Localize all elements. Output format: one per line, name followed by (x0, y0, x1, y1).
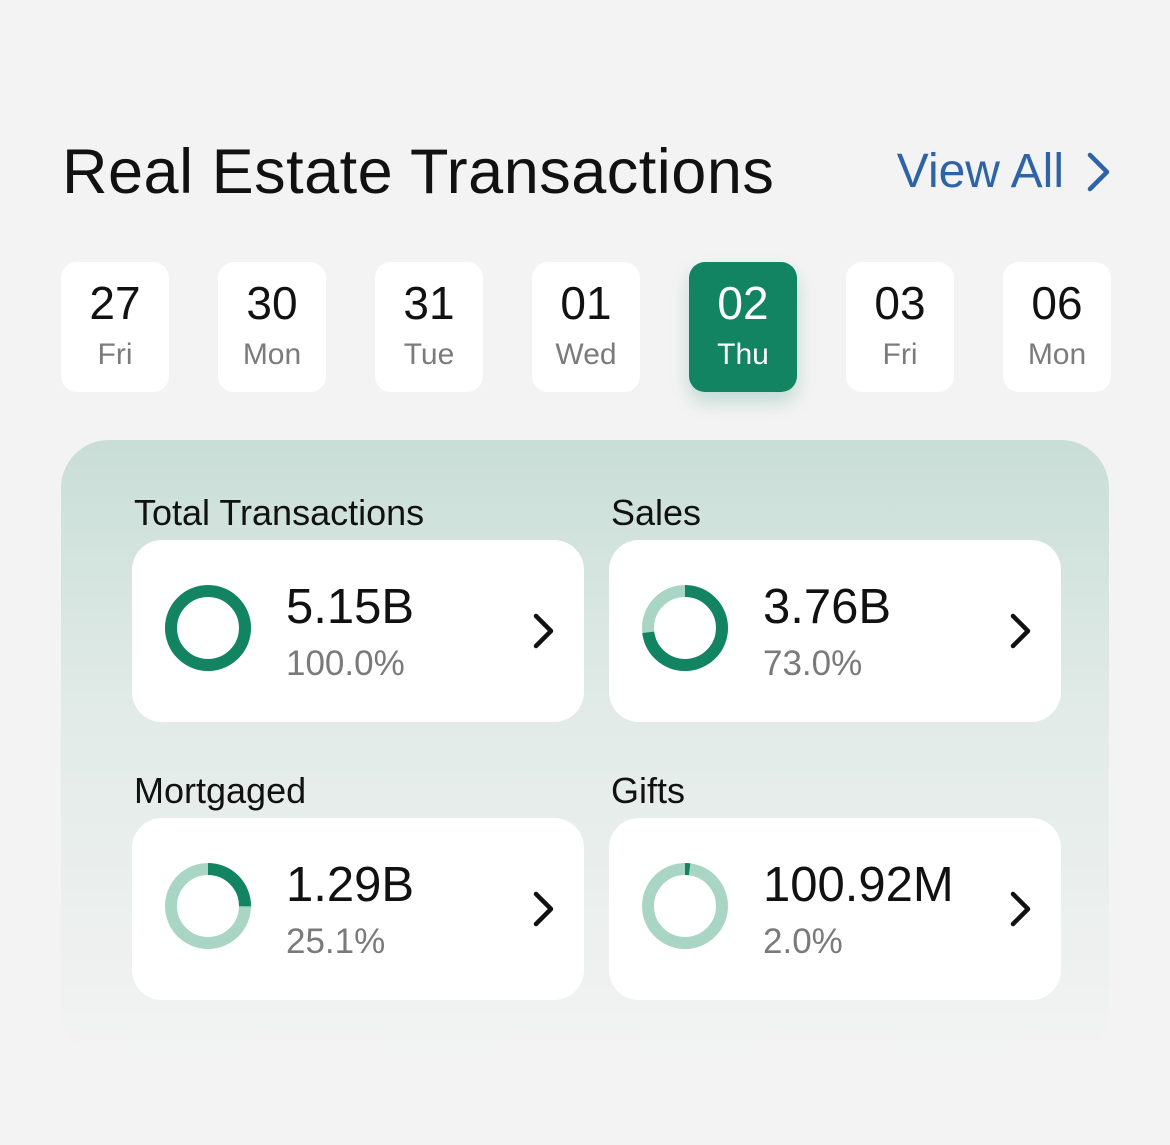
date-item[interactable]: 30 Mon (218, 262, 326, 392)
chevron-right-icon (1010, 613, 1031, 649)
section-title: Real Estate Transactions (62, 137, 775, 207)
date-item[interactable]: 01 Wed (532, 262, 640, 392)
donut-chart-icon (642, 585, 728, 671)
date-item[interactable]: 03 Fri (846, 262, 954, 392)
transactions-panel: Total Transactions 5.15B 100.0% Sales 3.… (61, 440, 1109, 1060)
date-day: 27 (89, 277, 141, 329)
view-all-link[interactable]: View All (897, 144, 1112, 199)
date-weekday: Mon (1027, 338, 1087, 371)
stat-value: 3.76B (763, 580, 892, 634)
date-item-selected[interactable]: 02 Thu (689, 262, 797, 392)
date-weekday: Thu (717, 338, 769, 371)
stat-percent: 25.1% (286, 922, 386, 961)
stat-label: Mortgaged (134, 770, 307, 811)
stat-value: 1.29B (286, 858, 415, 912)
date-day: 31 (403, 277, 455, 329)
view-all-label: View All (896, 145, 1064, 198)
page: Real Estate Transactions View All 27 Fri… (0, 0, 1170, 1145)
date-item[interactable]: 27 Fri (61, 262, 169, 392)
date-selector: 27 Fri 30 Mon 31 Tue 01 Wed 02 Thu 03 Fr… (61, 262, 1111, 392)
chevron-right-icon (533, 891, 554, 927)
date-day: 30 (246, 277, 298, 329)
stat-percent: 100.0% (286, 644, 405, 683)
stat-value: 100.92M (763, 858, 954, 912)
stat-card-gifts[interactable]: 100.92M 2.0% (609, 818, 1061, 1000)
stat-card-sales[interactable]: 3.76B 73.0% (609, 540, 1061, 722)
date-day: 03 (874, 277, 926, 329)
stat-label: Sales (611, 492, 702, 533)
date-day: 01 (560, 277, 612, 329)
stat-card-total-transactions[interactable]: 5.15B 100.0% (132, 540, 584, 722)
stat-percent: 73.0% (763, 644, 863, 683)
date-item[interactable]: 06 Mon (1003, 262, 1111, 392)
date-weekday: Fri (97, 338, 133, 371)
donut-chart-icon (165, 585, 251, 671)
stat-percent: 2.0% (763, 922, 843, 961)
stat-card-mortgaged[interactable]: 1.29B 25.1% (132, 818, 584, 1000)
date-day: 06 (1031, 277, 1083, 329)
donut-chart-icon (642, 863, 728, 949)
date-day: 02 (717, 277, 769, 329)
date-weekday: Mon (242, 338, 302, 371)
date-weekday: Tue (403, 338, 455, 371)
stat-value: 5.15B (286, 580, 415, 634)
date-weekday: Wed (555, 338, 617, 371)
stat-label: Total Transactions (134, 492, 425, 533)
chevron-right-icon (1086, 151, 1112, 193)
chevron-right-icon (1010, 891, 1031, 927)
donut-chart-icon (165, 863, 251, 949)
section-header: Real Estate Transactions View All (62, 136, 1112, 212)
stat-label: Gifts (611, 770, 686, 811)
date-item[interactable]: 31 Tue (375, 262, 483, 392)
chevron-right-icon (533, 613, 554, 649)
date-weekday: Fri (882, 338, 918, 371)
